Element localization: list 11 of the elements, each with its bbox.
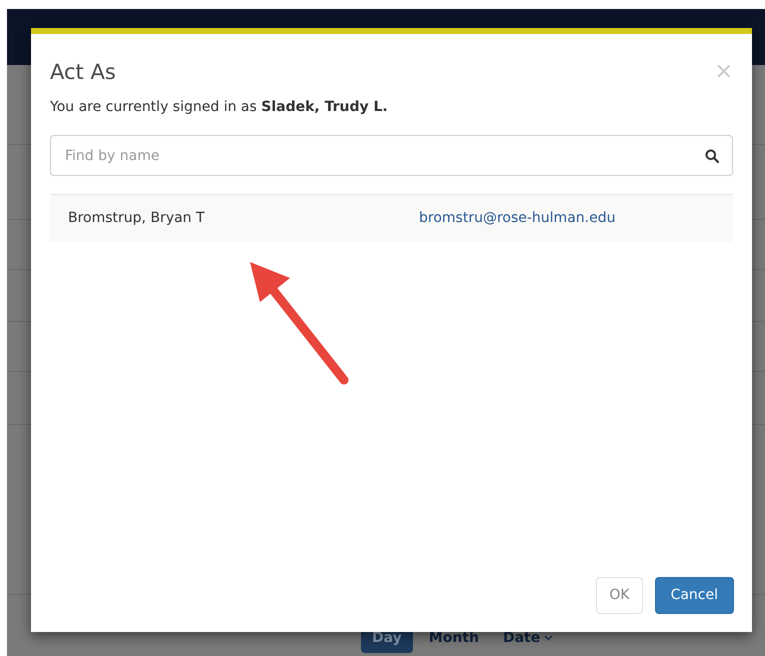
person-name: Bromstrup, Bryan T (68, 209, 206, 228)
search-icon (705, 149, 719, 163)
date-dropdown[interactable]: Date (494, 623, 562, 653)
caret-icon (544, 635, 554, 641)
email-link[interactable]: bromstru@rose-hulman.edu (419, 208, 616, 229)
dialog-title: Act As (50, 59, 116, 86)
search-field[interactable]: Find by name (50, 135, 733, 176)
cancel-button[interactable]: Cancel (654, 577, 734, 614)
signed-in-message: You are currently signed in as Sladek, Trudy L. (50, 98, 389, 117)
view-tab[interactable]: Month (420, 623, 487, 653)
result-row[interactable]: Bromstrup, Bryan T bromstru@rose-hulman.edu (50, 195, 733, 242)
